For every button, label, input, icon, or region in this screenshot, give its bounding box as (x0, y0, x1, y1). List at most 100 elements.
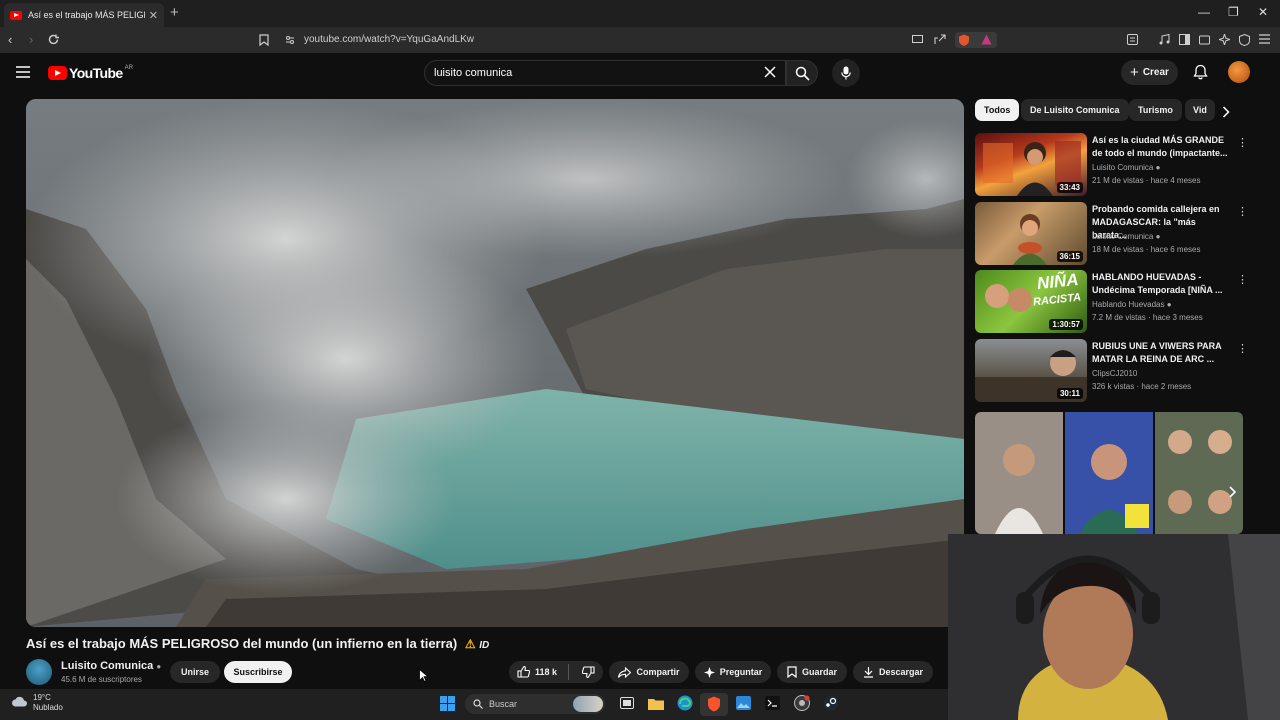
recommended-video[interactable]: 33:43 Así es la ciudad MÁS GRANDE de tod… (975, 133, 1265, 197)
channel-name[interactable]: Luisito Comunica ● (61, 660, 161, 672)
edge-icon[interactable] (677, 695, 693, 711)
microphone-icon (841, 66, 851, 80)
like-count[interactable]: 118 k (535, 667, 557, 677)
video-meta: 21 M de vistas · hace 4 meses (1092, 176, 1201, 185)
search-icon (795, 66, 810, 81)
download-button[interactable]: Descargar (853, 661, 933, 683)
reader-icon[interactable] (1127, 34, 1138, 45)
recommended-video[interactable]: 30:11 RUBIUS UNE A VIWERS PARA MATAR LA … (975, 339, 1265, 403)
weather-widget[interactable]: 19°C Nublado (33, 693, 63, 713)
weather-condition: Nublado (33, 703, 63, 712)
clear-search-icon[interactable] (764, 66, 776, 78)
brave-browser-icon[interactable] (707, 696, 721, 712)
hamburger-menu-icon[interactable] (16, 66, 30, 78)
sparkle-icon (703, 666, 715, 678)
photos-app-icon[interactable] (736, 696, 751, 710)
taskbar-search[interactable]: Buscar (465, 694, 605, 714)
chip-de-luisito-comunica[interactable]: De Luisito Comunica (1021, 99, 1129, 121)
ask-button[interactable]: Preguntar (695, 661, 771, 683)
vpn-icon[interactable] (1239, 34, 1250, 46)
chip-todos[interactable]: Todos (975, 99, 1020, 121)
new-tab-button[interactable]: + (170, 4, 179, 21)
share-arrow-icon (618, 666, 632, 678)
dislike-icon[interactable] (582, 666, 595, 678)
video-title[interactable]: Así es la ciudad MÁS GRANDE de todo el m… (1092, 134, 1232, 160)
brave-shield-icon[interactable] (958, 34, 970, 46)
more-actions-icon[interactable]: ⋮ (1237, 205, 1248, 218)
video-title: Así es el trabajo MÁS PELIGROSO del mund… (26, 636, 489, 651)
site-info-icon[interactable] (285, 35, 295, 45)
close-tab-icon[interactable]: ✕ (149, 9, 158, 22)
taskbar-search-label: Buscar (489, 699, 518, 709)
collage-next-chevron-icon[interactable] (1228, 486, 1237, 498)
back-icon[interactable]: ‹ (8, 32, 12, 47)
verified-icon: ● (1155, 232, 1161, 241)
search-icon (473, 699, 483, 709)
cast-icon[interactable] (912, 35, 923, 44)
cloud-weather-icon (11, 696, 29, 707)
youtube-logo[interactable]: YouTube AR (48, 65, 133, 81)
like-dislike-divider (568, 664, 570, 680)
subscribe-button[interactable]: Suscribirse (224, 661, 292, 683)
channel-name-text: Luisito Comunica (61, 660, 154, 672)
create-label: Crear (1142, 67, 1169, 78)
more-actions-icon[interactable]: ⋮ (1237, 136, 1248, 149)
video-thumbnail[interactable]: 33:43 (975, 133, 1087, 196)
media-icon[interactable] (1159, 34, 1170, 45)
leo-ai-icon[interactable] (1219, 34, 1230, 45)
video-thumbnail[interactable]: 36:15 (975, 202, 1087, 265)
more-actions-icon[interactable]: ⋮ (1237, 273, 1248, 286)
recommended-video[interactable]: 36:15 Probando comida callejera en MADAG… (975, 202, 1265, 266)
youtube-play-icon (48, 66, 67, 80)
search-button[interactable] (786, 60, 818, 86)
channel-avatar[interactable] (26, 659, 52, 685)
maximize-icon[interactable]: ❐ (1228, 5, 1239, 19)
like-icon[interactable] (517, 666, 530, 678)
save-button[interactable]: Guardar (777, 661, 847, 683)
brave-rewards-icon[interactable] (981, 34, 992, 45)
recommended-video[interactable]: NIÑA RACISTA 1:30:57 HABLANDO HUEVADAS -… (975, 270, 1265, 334)
create-button[interactable]: + Crear (1121, 60, 1178, 85)
forward-icon[interactable]: › (29, 32, 33, 47)
join-button[interactable]: Unirse (170, 661, 220, 683)
steam-icon[interactable] (823, 695, 839, 711)
temperature: 19°C (33, 693, 51, 702)
windows-start-icon[interactable] (440, 696, 455, 711)
obs-recording-icon[interactable] (794, 695, 810, 711)
video-title[interactable]: RUBIUS UNE A VIWERS PARA MATAR LA REINA … (1092, 340, 1232, 366)
chip-turismo[interactable]: Turismo (1129, 99, 1182, 121)
sidebar-toggle-icon[interactable] (1179, 34, 1190, 45)
video-title-text: Así es el trabajo MÁS PELIGROSO del mund… (26, 636, 458, 651)
voice-search-button[interactable] (832, 59, 860, 87)
video-thumbnail[interactable]: NIÑA RACISTA 1:30:57 (975, 270, 1087, 333)
url-text[interactable]: youtube.com/watch?v=YquGaAndLKw (304, 34, 474, 45)
share-page-icon[interactable] (934, 34, 946, 45)
mouse-cursor-icon (419, 669, 428, 682)
channel-name[interactable]: Hablando Huevadas ● (1092, 300, 1172, 309)
user-avatar[interactable] (1228, 61, 1250, 83)
channel-name[interactable]: Luisito Comunica ● (1092, 232, 1160, 241)
close-window-icon[interactable]: ✕ (1258, 5, 1268, 19)
chips-next-chevron-icon[interactable] (1222, 106, 1230, 118)
browser-tab[interactable]: Así es el trabajo MÁS PELIGR ✕ (4, 3, 164, 27)
wallet-icon[interactable] (1199, 34, 1210, 45)
minimize-icon[interactable]: — (1198, 5, 1210, 19)
channel-name[interactable]: Luisito Comunica ● (1092, 163, 1160, 172)
video-title[interactable]: HABLANDO HUEVADAS - Undécima Temporada [… (1092, 271, 1232, 297)
search-input[interactable] (425, 61, 735, 85)
subscriber-count: 45.6 M de suscriptores (61, 675, 142, 684)
terminal-app-icon[interactable] (765, 696, 780, 710)
task-view-icon[interactable] (620, 697, 634, 709)
chip-videos[interactable]: Vid (1185, 99, 1215, 121)
channel-name[interactable]: ClipsCJ2010 (1092, 369, 1137, 378)
bookmark-icon[interactable] (259, 34, 269, 46)
browser-menu-icon[interactable] (1259, 34, 1270, 44)
more-actions-icon[interactable]: ⋮ (1237, 342, 1248, 355)
notifications-bell-icon[interactable] (1193, 64, 1208, 80)
share-button[interactable]: Compartir (609, 661, 689, 683)
file-explorer-icon[interactable] (648, 697, 664, 710)
reload-icon[interactable] (47, 33, 60, 46)
video-player[interactable] (26, 99, 964, 627)
video-thumbnail[interactable]: 30:11 (975, 339, 1087, 402)
shorts-collage-thumbnail[interactable] (975, 412, 1243, 534)
